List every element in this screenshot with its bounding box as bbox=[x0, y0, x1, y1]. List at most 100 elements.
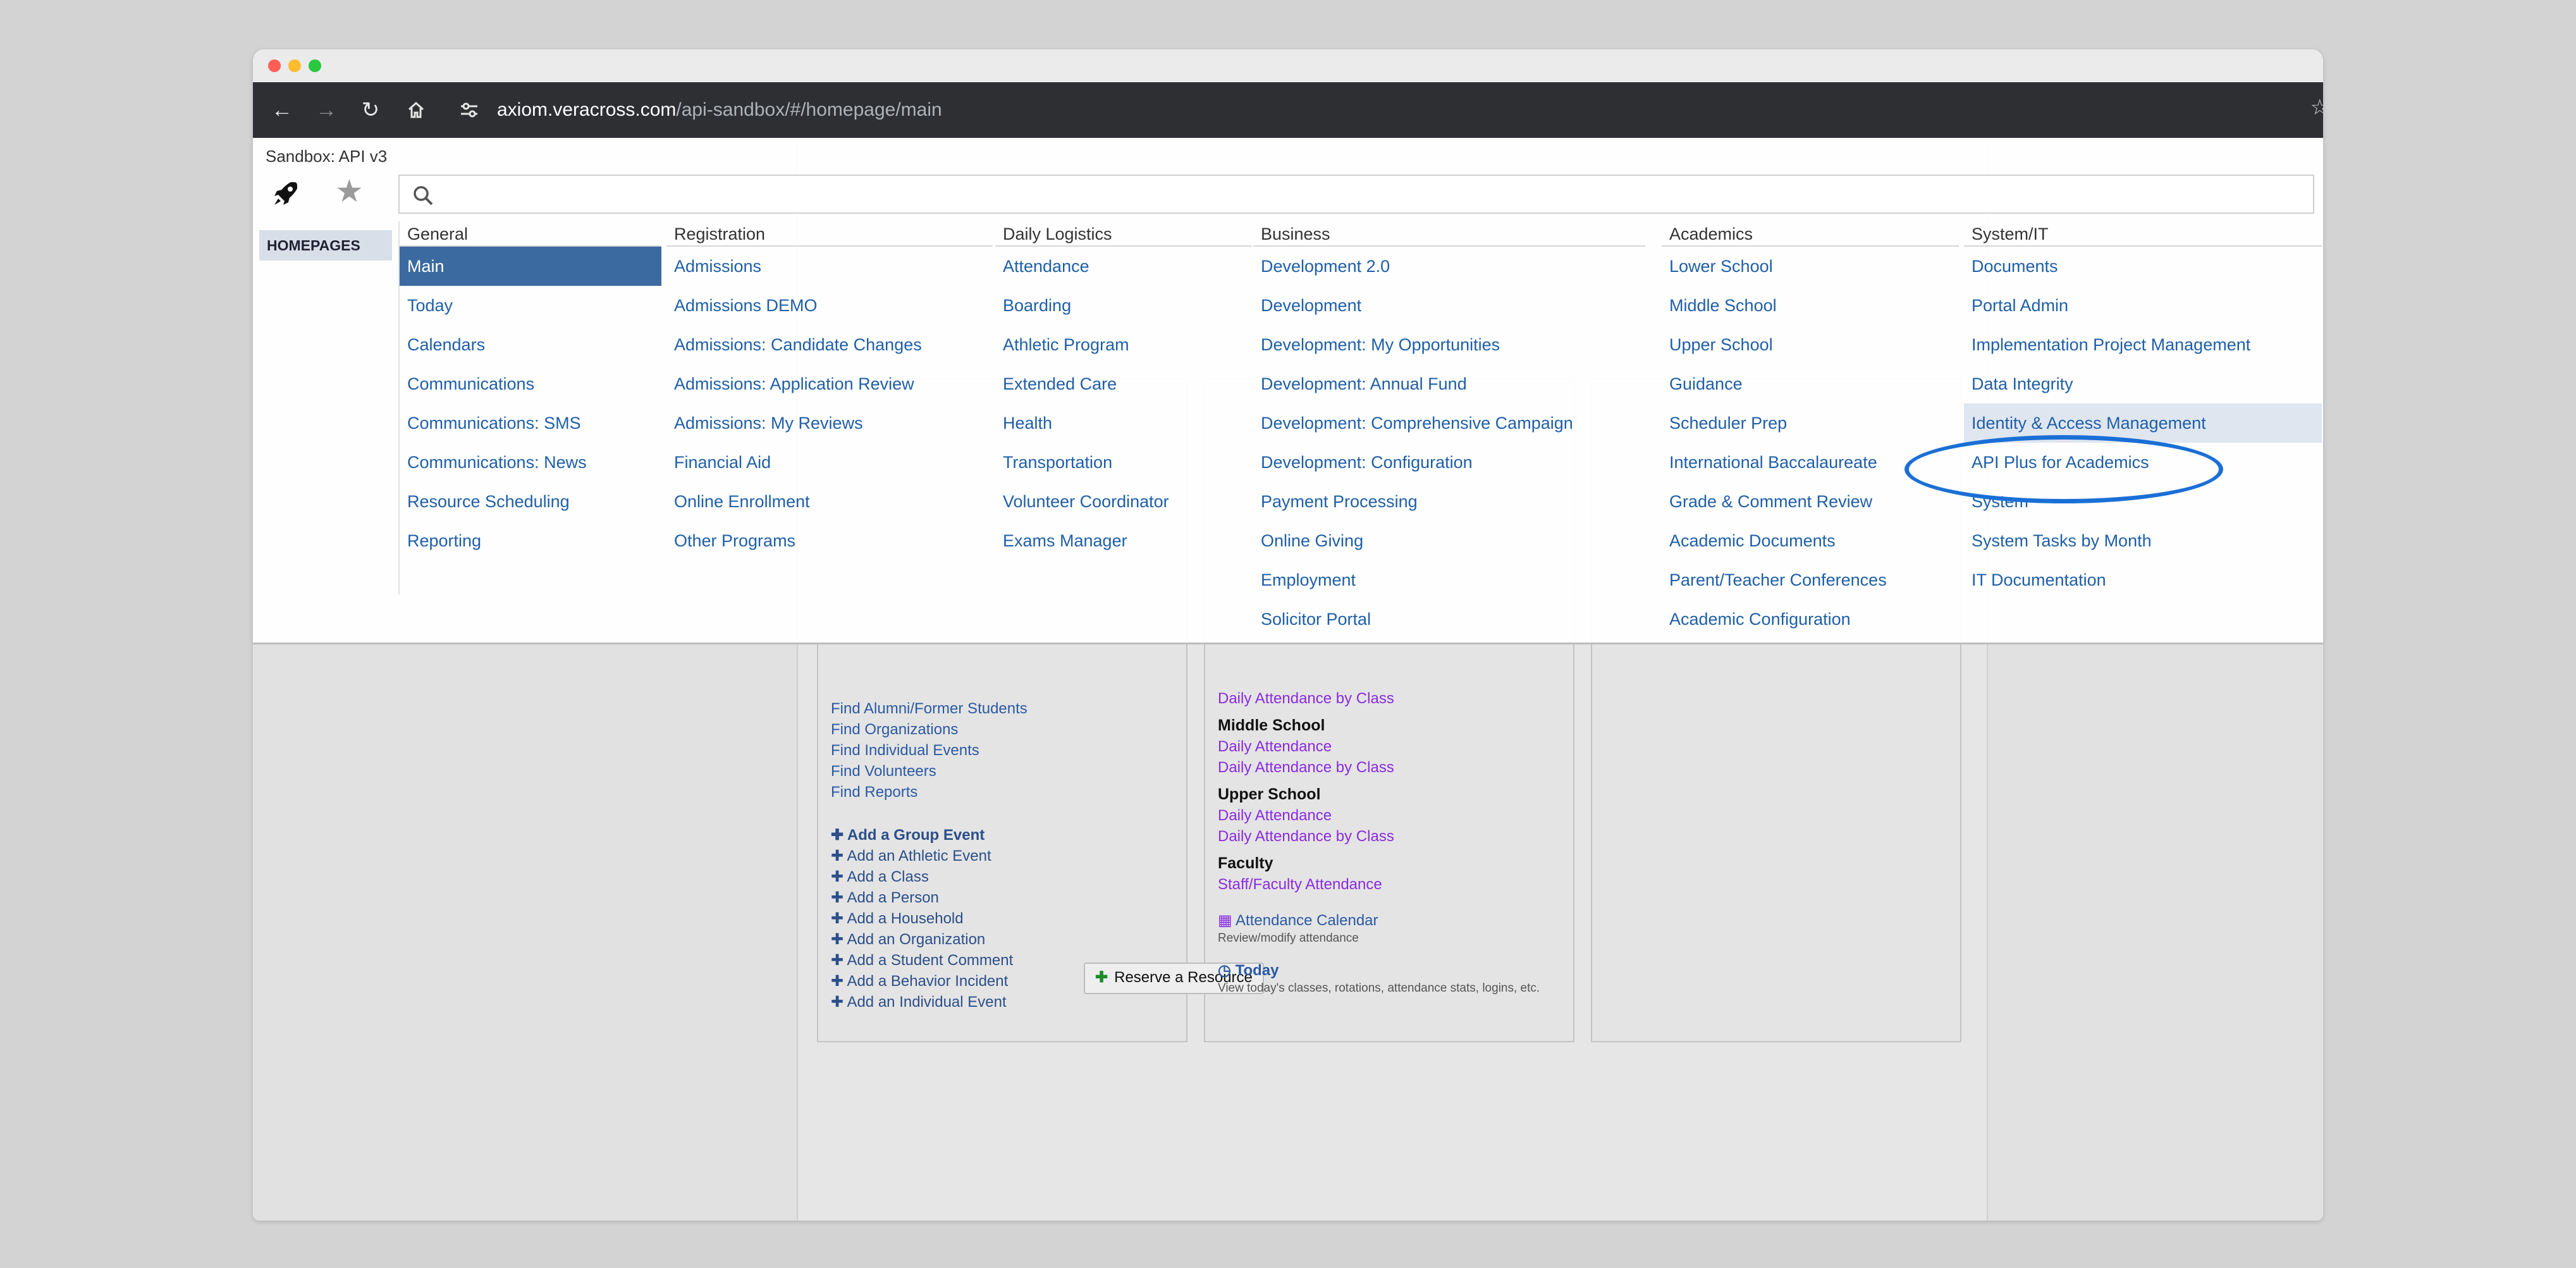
menu-item-lower-school[interactable]: Lower School bbox=[1662, 247, 1959, 286]
bookmark-star-icon[interactable]: ☆ bbox=[2310, 95, 2323, 120]
menu-item-payment-processing[interactable]: Payment Processing bbox=[1253, 482, 1645, 521]
home-icon[interactable] bbox=[400, 94, 432, 126]
menu-item-upper-school[interactable]: Upper School bbox=[1662, 325, 1959, 364]
attendance-calendar-link[interactable]: ▦ Attendance Calendar bbox=[1218, 910, 1540, 931]
add-athletic-event-link[interactable]: ✚ Add an Athletic Event bbox=[831, 846, 1013, 866]
menu-item-academic-configuration[interactable]: Academic Configuration bbox=[1662, 600, 1959, 639]
menu-item-solicitor-portal[interactable]: Solicitor Portal bbox=[1253, 600, 1645, 639]
attendance-links: Daily Attendance by Class Middle School … bbox=[1218, 688, 1540, 996]
menu-item-communications-sms[interactable]: Communications: SMS bbox=[400, 403, 661, 443]
address-bar[interactable]: axiom.veracross.com/api-sandbox/#/homepa… bbox=[497, 96, 942, 124]
menu-item-health[interactable]: Health bbox=[995, 403, 1252, 443]
add-group-event-link[interactable]: ✚ Add a Group Event bbox=[831, 825, 1013, 846]
middle-daily-attendance-link[interactable]: Daily Attendance bbox=[1218, 736, 1540, 757]
menu-item-development-annual-fund[interactable]: Development: Annual Fund bbox=[1253, 364, 1645, 403]
menu-item-api-plus-for-academics[interactable]: API Plus for Academics bbox=[1964, 443, 2322, 482]
upper-daily-attendance-link[interactable]: Daily Attendance bbox=[1218, 805, 1540, 826]
add-person-link[interactable]: ✚ Add a Person bbox=[831, 887, 1013, 908]
menu-item-admissions-candidate-changes[interactable]: Admissions: Candidate Changes bbox=[666, 325, 993, 364]
menu-item-communications[interactable]: Communications bbox=[400, 364, 661, 403]
reload-icon[interactable]: ↻ bbox=[354, 94, 387, 126]
menu-item-development-2[interactable]: Development 2.0 bbox=[1253, 247, 1645, 286]
title-bar bbox=[253, 49, 2323, 82]
menu-item-middle-school[interactable]: Middle School bbox=[1662, 286, 1959, 325]
menu-item-system[interactable]: System bbox=[1964, 482, 2322, 521]
menu-item-scheduler-prep[interactable]: Scheduler Prep bbox=[1662, 403, 1959, 443]
plus-icon: ✚ bbox=[1095, 969, 1108, 986]
menu-item-attendance[interactable]: Attendance bbox=[995, 247, 1252, 286]
menu-item-parent-teacher-conferences[interactable]: Parent/Teacher Conferences bbox=[1662, 560, 1959, 600]
menu-item-today[interactable]: Today bbox=[400, 286, 661, 325]
add-organization-link[interactable]: ✚ Add an Organization bbox=[831, 929, 1013, 950]
menu-item-admissions-application-review[interactable]: Admissions: Application Review bbox=[666, 364, 993, 403]
menu-column-system-it: System/IT Documents Portal Admin Impleme… bbox=[1964, 221, 2322, 600]
menu-item-it-documentation[interactable]: IT Documentation bbox=[1964, 560, 2322, 600]
menu-item-documents[interactable]: Documents bbox=[1964, 247, 2322, 286]
menu-column-daily-logistics: Daily Logistics Attendance Boarding Athl… bbox=[995, 221, 1252, 560]
back-arrow-icon[interactable]: ← bbox=[266, 94, 298, 126]
menu-item-volunteer-coordinator[interactable]: Volunteer Coordinator bbox=[995, 482, 1252, 521]
menu-item-academic-documents[interactable]: Academic Documents bbox=[1662, 521, 1959, 560]
url-path: /api-sandbox/#/homepage/main bbox=[676, 99, 942, 120]
url-host: axiom.veracross.com bbox=[497, 99, 677, 120]
menu-item-online-enrollment[interactable]: Online Enrollment bbox=[666, 482, 993, 521]
menu-item-portal-admin[interactable]: Portal Admin bbox=[1964, 286, 2322, 325]
close-window-button[interactable] bbox=[268, 59, 281, 72]
menu-item-transportation[interactable]: Transportation bbox=[995, 443, 1252, 482]
menu-item-calendars[interactable]: Calendars bbox=[400, 325, 661, 364]
menu-item-grade-comment-review[interactable]: Grade & Comment Review bbox=[1662, 482, 1959, 521]
menu-item-admissions[interactable]: Admissions bbox=[666, 247, 993, 286]
find-volunteers-link[interactable]: Find Volunteers bbox=[831, 761, 1027, 782]
lower-daily-attendance-by-class-link[interactable]: Daily Attendance by Class bbox=[1218, 688, 1540, 709]
upper-school-heading: Upper School bbox=[1218, 785, 1321, 803]
menu-item-international-baccalaureate[interactable]: International Baccalaureate bbox=[1662, 443, 1959, 482]
menu-item-guidance[interactable]: Guidance bbox=[1662, 364, 1959, 403]
menu-item-communications-news[interactable]: Communications: News bbox=[400, 443, 661, 482]
find-alumni-link[interactable]: Find Alumni/Former Students bbox=[831, 698, 1027, 719]
menu-item-resource-scheduling[interactable]: Resource Scheduling bbox=[400, 482, 661, 521]
menu-item-identity-access-management[interactable]: Identity & Access Management bbox=[1964, 403, 2322, 443]
menu-item-reporting[interactable]: Reporting bbox=[400, 521, 661, 560]
menu-item-employment[interactable]: Employment bbox=[1253, 560, 1645, 600]
menu-item-exams-manager[interactable]: Exams Manager bbox=[995, 521, 1252, 560]
menu-item-system-tasks-by-month[interactable]: System Tasks by Month bbox=[1964, 521, 2322, 560]
menu-item-data-integrity[interactable]: Data Integrity bbox=[1964, 364, 2322, 403]
menu-item-other-programs[interactable]: Other Programs bbox=[666, 521, 993, 560]
menu-item-online-giving[interactable]: Online Giving bbox=[1253, 521, 1645, 560]
menu-item-development-configuration[interactable]: Development: Configuration bbox=[1253, 443, 1645, 482]
clock-icon: ◷ bbox=[1218, 962, 1236, 979]
menu-item-financial-aid[interactable]: Financial Aid bbox=[666, 443, 993, 482]
add-behavior-incident-link[interactable]: ✚ Add a Behavior Incident bbox=[831, 971, 1013, 992]
menu-item-development-comprehensive-campaign[interactable]: Development: Comprehensive Campaign bbox=[1253, 403, 1645, 443]
homepages-tab[interactable]: HOMEPAGES bbox=[259, 230, 392, 261]
forward-arrow-icon[interactable]: → bbox=[310, 94, 343, 126]
menu-item-development-my-opportunities[interactable]: Development: My Opportunities bbox=[1253, 325, 1645, 364]
menu-item-development[interactable]: Development bbox=[1253, 286, 1645, 325]
menu-item-extended-care[interactable]: Extended Care bbox=[995, 364, 1252, 403]
menu-item-athletic-program[interactable]: Athletic Program bbox=[995, 325, 1252, 364]
minimize-window-button[interactable] bbox=[288, 59, 301, 72]
search-input[interactable] bbox=[398, 175, 2314, 214]
menu-item-boarding[interactable]: Boarding bbox=[995, 286, 1252, 325]
site-settings-icon[interactable] bbox=[459, 100, 479, 120]
menu-item-admissions-demo[interactable]: Admissions DEMO bbox=[666, 286, 993, 325]
rocket-icon[interactable] bbox=[272, 180, 300, 207]
middle-daily-attendance-by-class-link[interactable]: Daily Attendance by Class bbox=[1218, 757, 1540, 778]
today-link[interactable]: ◷ Today bbox=[1218, 960, 1540, 981]
zoom-window-button[interactable] bbox=[309, 59, 321, 72]
staff-faculty-attendance-link[interactable]: Staff/Faculty Attendance bbox=[1218, 874, 1540, 895]
find-individual-events-link[interactable]: Find Individual Events bbox=[831, 740, 1027, 761]
add-links: ✚ Add a Group Event ✚ Add an Athletic Ev… bbox=[831, 825, 1013, 1013]
add-student-comment-link[interactable]: ✚ Add a Student Comment bbox=[831, 950, 1013, 971]
upper-daily-attendance-by-class-link[interactable]: Daily Attendance by Class bbox=[1218, 826, 1540, 847]
menu-item-implementation-project-management[interactable]: Implementation Project Management bbox=[1964, 325, 2322, 364]
find-reports-link[interactable]: Find Reports bbox=[831, 782, 1027, 803]
find-organizations-link[interactable]: Find Organizations bbox=[831, 719, 1027, 740]
add-household-link[interactable]: ✚ Add a Household bbox=[831, 908, 1013, 929]
menu-column-registration: Registration Admissions Admissions DEMO … bbox=[666, 221, 993, 560]
favorites-star-icon[interactable]: ★ bbox=[335, 172, 364, 210]
menu-item-main[interactable]: Main bbox=[400, 247, 661, 286]
add-class-link[interactable]: ✚ Add a Class bbox=[831, 866, 1013, 887]
menu-item-admissions-my-reviews[interactable]: Admissions: My Reviews bbox=[666, 403, 993, 443]
add-individual-event-link[interactable]: ✚ Add an Individual Event bbox=[831, 992, 1013, 1013]
